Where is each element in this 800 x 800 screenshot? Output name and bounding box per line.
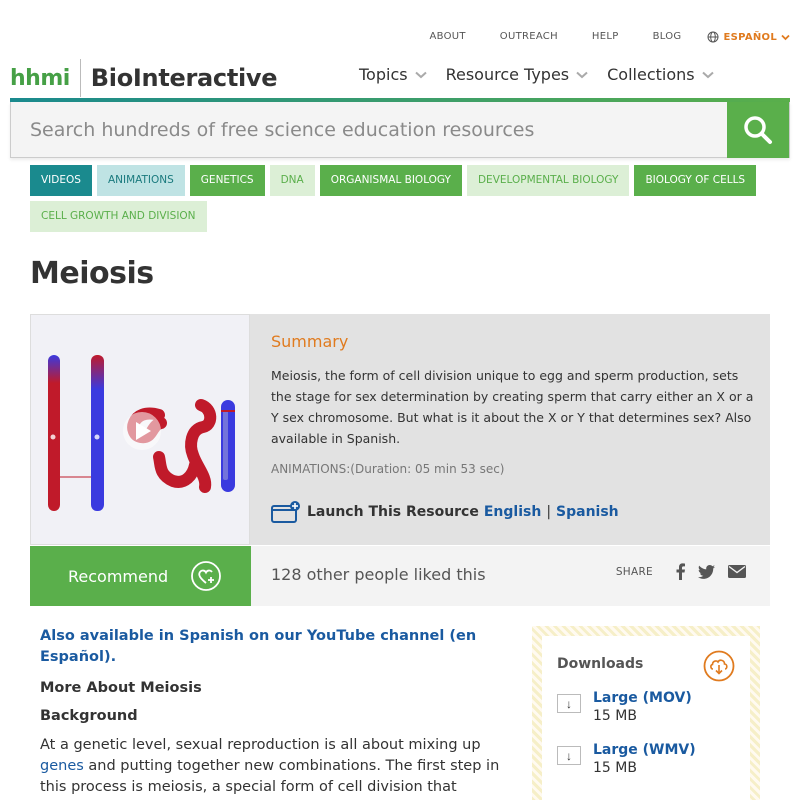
launch-spanish-link[interactable]: Spanish	[556, 504, 619, 520]
nav-about-link[interactable]: ABOUT	[429, 31, 465, 43]
logo-divider	[79, 59, 81, 97]
download-size: 15 MB	[593, 708, 637, 724]
language-label: ESPAÑOL	[723, 31, 777, 43]
chevron-down-icon	[414, 71, 427, 78]
search-button[interactable]	[727, 102, 789, 158]
tag-organismal-biology[interactable]: ORGANISMAL BIOLOGY	[319, 165, 462, 196]
utility-nav: ABOUT OUTREACH HELP BLOG ESPAÑOL	[395, 31, 790, 43]
downloads-inner: Downloads ↓ Large (MOV) 15 MB ↓ Large (W…	[542, 636, 750, 800]
nav-resource-types-label: Resource Types	[445, 65, 570, 84]
nav-collections[interactable]: Collections	[607, 65, 714, 84]
download-name[interactable]: Large (MOV)	[593, 690, 692, 706]
twitter-icon[interactable]	[698, 564, 715, 579]
download-arrow-icon[interactable]: ↓	[557, 746, 581, 765]
nav-help-link[interactable]: HELP	[592, 31, 619, 43]
chevron-down-icon	[701, 71, 714, 78]
nav-topics-label: Topics	[359, 65, 408, 84]
resource-panel: Summary Meiosis, the form of cell divisi…	[30, 314, 770, 545]
search-input[interactable]	[11, 102, 727, 157]
background-heading: Background	[40, 708, 138, 724]
launch-english-link[interactable]: English	[484, 504, 541, 520]
paragraph-text-start: At a genetic level, sexual reproduction …	[40, 737, 481, 753]
biointeractive-logo-text: BioInteractive	[90, 64, 278, 92]
recommend-button[interactable]: Recommend	[30, 546, 251, 606]
summary-description: Meiosis, the form of cell division uniqu…	[271, 368, 754, 446]
summary-title: Summary	[271, 332, 349, 351]
recommend-bar: Recommend 128 other people liked this SH…	[30, 546, 770, 606]
more-about-heading: More About Meiosis	[40, 680, 202, 696]
facebook-icon[interactable]	[676, 563, 685, 580]
recommend-label: Recommend	[68, 566, 169, 586]
email-icon[interactable]	[728, 565, 746, 578]
chevron-down-icon	[576, 71, 588, 78]
genes-link[interactable]: genes	[40, 758, 84, 774]
launch-window-icon	[271, 501, 300, 523]
tag-genetics[interactable]: GENETICS	[189, 165, 265, 196]
page-title: Meiosis	[30, 256, 154, 291]
heart-plus-icon	[191, 561, 222, 591]
spanish-youtube-link[interactable]: Also available in Spanish on our YouTube…	[40, 626, 515, 668]
nav-topics[interactable]: Topics	[359, 65, 427, 84]
launch-label: Launch This Resource	[307, 504, 479, 520]
language-switcher[interactable]: ESPAÑOL	[707, 31, 790, 43]
chromosome-illustration	[48, 355, 235, 511]
likes-count: 128 other people liked this	[271, 565, 486, 584]
search-icon	[744, 116, 772, 144]
background-paragraph: At a genetic level, sexual reproduction …	[40, 735, 515, 800]
resource-meta: ANIMATIONS:(Duration: 05 min 53 sec)	[271, 462, 505, 476]
hhmi-logo-text: hhmi	[10, 65, 70, 91]
nav-blog-link[interactable]: BLOG	[653, 31, 682, 43]
nav-outreach-link[interactable]: OUTREACH	[500, 31, 558, 43]
video-thumbnail[interactable]	[30, 314, 250, 545]
globe-icon	[707, 31, 719, 43]
paragraph-text-end: and putting together new combinations. T…	[40, 758, 500, 795]
main-nav: Topics Resource Types Collections	[359, 65, 733, 84]
tag-animations[interactable]: ANIMATIONS	[96, 165, 185, 196]
tag-videos[interactable]: VIDEOS	[30, 165, 92, 196]
search-bar	[10, 102, 790, 158]
download-item[interactable]: ↓ Large (MOV) 15 MB	[557, 690, 735, 724]
launch-separator: |	[546, 504, 552, 520]
download-arrow-icon[interactable]: ↓	[557, 694, 581, 713]
tag-list: VIDEOS ANIMATIONS GENETICS DNA ORGANISMA…	[30, 165, 770, 237]
tag-dna[interactable]: DNA	[269, 165, 315, 196]
site-logo[interactable]: hhmi BioInteractive	[10, 59, 278, 97]
tag-cell-growth-and-division[interactable]: CELL GROWTH AND DIVISION	[30, 201, 207, 232]
nav-collections-label: Collections	[607, 65, 695, 84]
summary-section: Summary Meiosis, the form of cell divisi…	[271, 332, 756, 476]
tag-developmental-biology[interactable]: DEVELOPMENTAL BIOLOGY	[466, 165, 630, 196]
chevron-down-icon	[781, 34, 790, 40]
launch-resource: Launch This Resource English | Spanish	[271, 500, 619, 524]
share-section: SHARE	[616, 563, 746, 580]
main-content: Also available in Spanish on our YouTube…	[40, 626, 515, 800]
tag-biology-of-cells[interactable]: BIOLOGY OF CELLS	[634, 165, 757, 196]
nav-resource-types[interactable]: Resource Types	[446, 65, 589, 84]
download-size: 15 MB	[593, 760, 637, 776]
download-item[interactable]: ↓ Large (WMV) 15 MB	[557, 742, 735, 776]
cloud-download-icon	[703, 650, 735, 682]
downloads-box: Downloads ↓ Large (MOV) 15 MB ↓ Large (W…	[532, 626, 760, 800]
download-name[interactable]: Large (WMV)	[593, 742, 696, 758]
share-label: SHARE	[615, 565, 653, 578]
